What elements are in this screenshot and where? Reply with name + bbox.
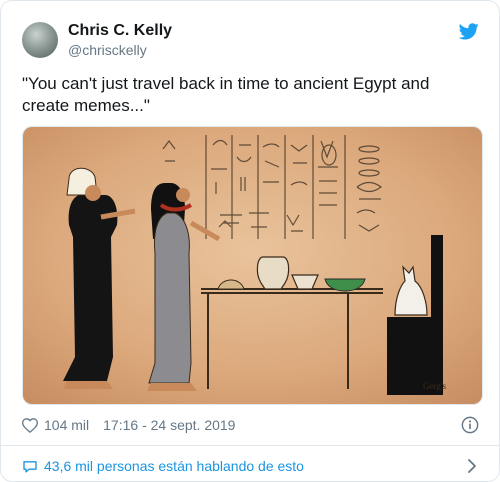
- artist-signature: Gerg's: [423, 381, 446, 391]
- svg-text:Gerg's: Gerg's: [423, 381, 446, 391]
- tweet-text: "You can't just travel back in time to a…: [22, 74, 430, 115]
- tweet-card: Chris C. Kelly @chrisckelly "You can't j…: [0, 0, 500, 482]
- speech-bubble-icon: [22, 459, 38, 474]
- conversation-text[interactable]: 43,6 mil personas están hablando de esto: [44, 458, 304, 474]
- tweet-image[interactable]: Gerg's: [22, 126, 483, 405]
- author-handle[interactable]: @chrisckelly: [68, 42, 147, 58]
- heart-icon[interactable]: [22, 417, 38, 433]
- like-count[interactable]: 104 mil: [44, 417, 89, 433]
- avatar[interactable]: [22, 22, 58, 58]
- chevron-right-icon[interactable]: [467, 458, 477, 477]
- tweet-meta: 104 mil 17:16 - 24 sept. 2019: [22, 415, 481, 435]
- author-name[interactable]: Chris C. Kelly: [68, 22, 172, 40]
- twitter-bird-icon[interactable]: [458, 23, 479, 45]
- timestamp[interactable]: 17:16 - 24 sept. 2019: [103, 417, 235, 433]
- info-icon[interactable]: [461, 416, 479, 437]
- divider: [1, 445, 499, 446]
- conversation-link[interactable]: 43,6 mil personas están hablando de esto: [22, 456, 481, 476]
